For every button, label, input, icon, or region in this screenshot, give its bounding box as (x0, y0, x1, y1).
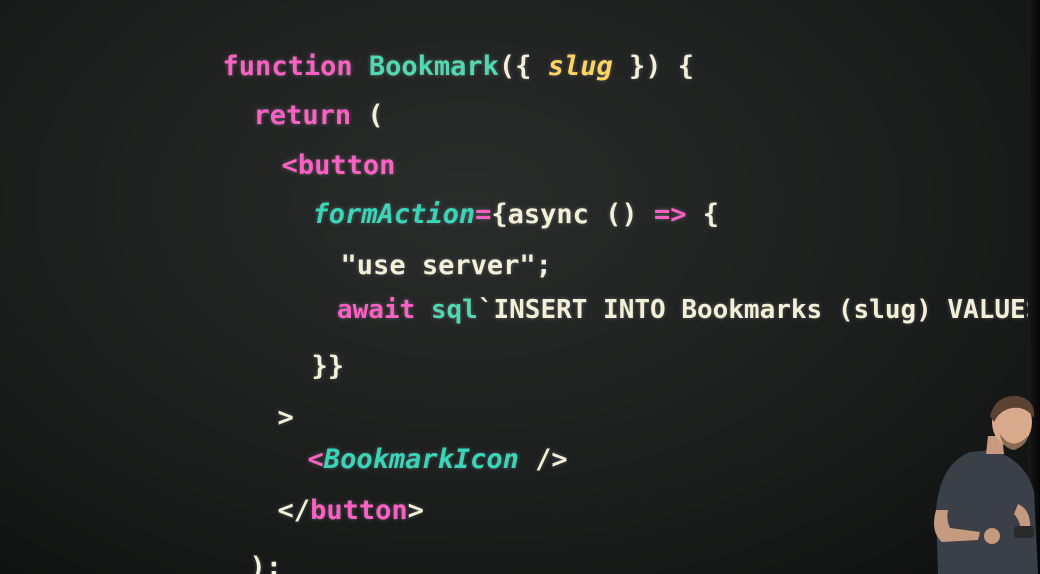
tag-bracket: </ (277, 495, 311, 526)
code-line: ); (152, 517, 283, 574)
speaker-hand (984, 528, 1000, 544)
code-line: </button> (180, 460, 424, 526)
code-line: <button (184, 115, 396, 181)
punctuation: { (686, 199, 719, 230)
punctuation: }} (311, 351, 345, 382)
tag-bracket: /> (535, 444, 568, 475)
clicker-device (1014, 526, 1034, 538)
code-line: > (180, 367, 294, 433)
tag-bracket: > (407, 495, 424, 526)
punctuation: ); (249, 552, 283, 574)
template-string: `INSERT INTO Bookmarks (slug) VALUES ( (477, 295, 1040, 325)
punctuation: () (588, 199, 654, 230)
presentation-slide: function Bookmark({ slug }) { return ( <… (0, 0, 1040, 574)
punctuation: ({ (498, 51, 548, 82)
keyword: await (336, 295, 416, 325)
code-line: }} (214, 316, 345, 382)
function-name: Bookmark (368, 51, 499, 82)
parameter: slug (547, 51, 613, 82)
code-line: <BookmarkIcon /> (210, 409, 568, 475)
code-line: "use server"; (243, 215, 552, 281)
speaker-figure (934, 395, 1038, 574)
code-line: await sql`INSERT INTO Bookmarks (slug) V… (243, 259, 1040, 325)
function-name: sql (430, 295, 478, 325)
arrow-operator: => (653, 199, 687, 230)
code-line: formAction={async () => { (215, 164, 719, 230)
code-block: function Bookmark({ slug }) { return ( <… (0, 0, 1040, 574)
punctuation: }) { (612, 51, 694, 82)
code-line: function Bookmark({ slug }) { (125, 16, 694, 82)
tag-name: button (310, 495, 408, 526)
code-line: return ( (156, 65, 384, 131)
